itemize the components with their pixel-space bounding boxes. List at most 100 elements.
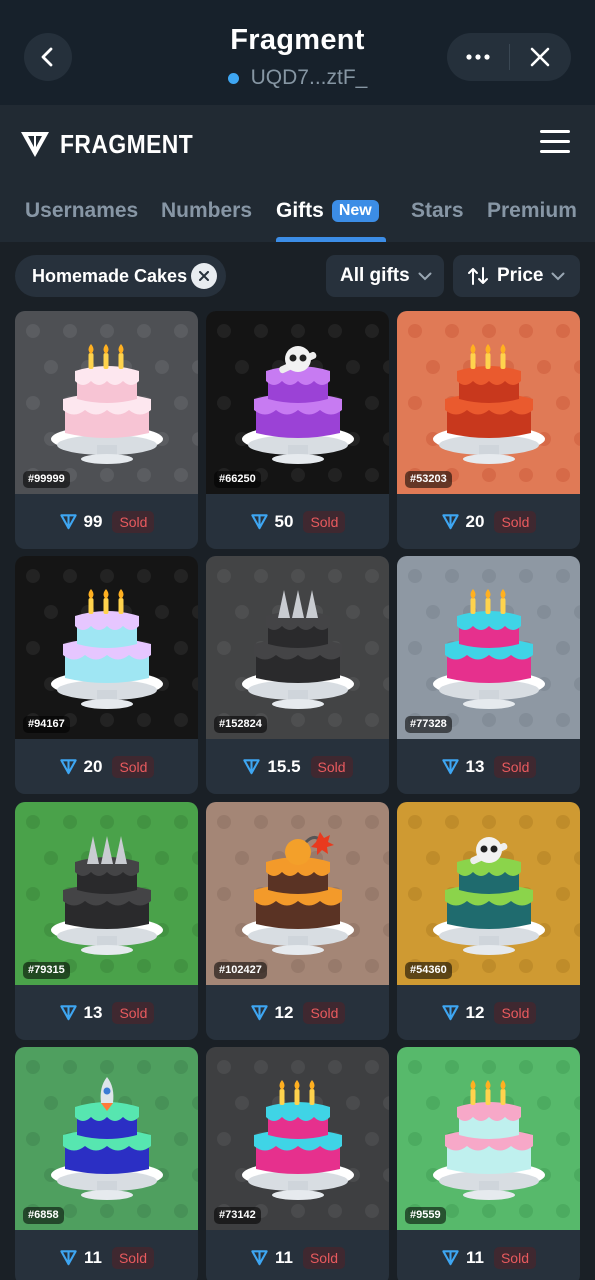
close-icon [530,47,550,67]
ton-icon [250,1005,268,1021]
sold-badge: Sold [303,1001,346,1024]
wallet-address-text: UQD7...ztF_ [250,66,368,89]
more-button[interactable] [447,33,509,81]
tab-gifts[interactable]: Gifts New [276,199,379,223]
gift-number: #54360 [405,962,452,979]
remove-filter-button[interactable] [191,263,217,289]
gift-image [397,1047,580,1230]
gift-type-label: All gifts [340,265,410,286]
hamburger-menu-icon[interactable] [540,130,570,154]
tab-usernames[interactable]: Usernames [25,199,138,223]
ton-icon [243,759,261,775]
gift-type-dropdown[interactable]: All gifts [326,255,444,297]
gift-image [15,311,198,494]
gift-card[interactable]: #79315 13 Sold [15,802,198,1040]
gift-card[interactable]: #77328 13 Sold [397,556,580,794]
gift-number: #6858 [23,1207,64,1224]
sold-badge: Sold [310,755,353,778]
gift-number: #79315 [23,962,70,979]
gift-image [206,311,389,494]
gift-number: #99999 [23,471,70,488]
gift-number: #152824 [214,716,267,733]
gift-number: #102427 [214,962,267,979]
price-row: 15.5 Sold [206,739,389,794]
gift-price: 13 [465,756,485,776]
chevron-down-icon [551,272,565,280]
more-horizontal-icon [466,54,490,60]
price-row: 50 Sold [206,494,389,549]
miniapp-header: Fragment UQD7...ztF_ [0,0,595,105]
gift-image [206,802,389,985]
gift-card[interactable]: #53203 20 Sold [397,311,580,549]
gift-price: 15.5 [267,756,301,776]
header-actions [447,33,571,81]
gift-image [397,802,580,985]
sort-label: Price [497,265,544,286]
ton-icon [60,1250,77,1266]
ton-icon [59,514,77,530]
logo-text: FRAGMENT [60,128,194,159]
ton-icon [59,1005,77,1021]
gift-image [15,802,198,985]
gift-image [15,1047,198,1230]
gift-card[interactable]: #152824 15.5 Sold [206,556,389,794]
fragment-header: FRAGMENT Usernames Numbers Gifts New Star… [0,105,595,242]
gift-card[interactable]: #94167 20 Sold [15,556,198,794]
gift-price: 11 [274,1247,293,1267]
ton-icon [442,1250,459,1266]
price-row: 20 Sold [397,494,580,549]
status-dot-icon [227,72,239,84]
gift-price: 99 [83,511,103,531]
ton-icon [59,759,77,775]
tab-numbers[interactable]: Numbers [161,199,252,223]
gift-price: 12 [465,1002,485,1022]
price-row: 11 Sold [397,1230,580,1280]
price-row: 12 Sold [397,985,580,1040]
price-row: 20 Sold [15,739,198,794]
sold-badge: Sold [112,510,155,533]
gift-card[interactable]: #73142 11 Sold [206,1047,389,1280]
gift-card[interactable]: #66250 50 Sold [206,311,389,549]
gift-image [206,1047,389,1230]
gift-card[interactable]: #99999 99 Sold [15,311,198,549]
tab-stars[interactable]: Stars [411,199,464,223]
fragment-logo[interactable]: FRAGMENT [20,127,211,161]
sold-badge: Sold [493,1246,536,1269]
section-tabs: Usernames Numbers Gifts New Stars Premium [0,185,595,242]
gift-card[interactable]: #6858 11 Sold [15,1047,198,1280]
gift-number: #53203 [405,471,452,488]
tab-gifts-label: Gifts [276,199,324,222]
sold-badge: Sold [112,1001,155,1024]
sold-badge: Sold [494,755,537,778]
close-button[interactable] [509,33,571,81]
ton-icon [251,1250,268,1266]
gift-price: 20 [83,756,103,776]
gift-number: #94167 [23,716,70,733]
price-row: 13 Sold [397,739,580,794]
price-row: 11 Sold [15,1230,198,1280]
gift-number: #66250 [214,471,261,488]
gift-card[interactable]: #102427 12 Sold [206,802,389,1040]
tab-premium[interactable]: Premium [487,199,577,223]
ton-icon [441,514,459,530]
ton-icon [441,759,459,775]
sort-dropdown[interactable]: Price [453,255,580,297]
collection-filter-chip[interactable]: Homemade Cakes [15,255,226,297]
sold-badge: Sold [494,510,537,533]
gift-price: 20 [465,511,485,531]
gift-card[interactable]: #9559 11 Sold [397,1047,580,1280]
price-row: 12 Sold [206,985,389,1040]
new-badge: New [331,200,379,222]
gift-grid: #99999 99 Sold #66250 50 Sold #53203 20 … [0,310,595,1280]
price-row: 11 Sold [206,1230,389,1280]
sold-badge: Sold [111,1246,154,1269]
collection-filter-label: Homemade Cakes [32,265,188,286]
gift-card[interactable]: #54360 12 Sold [397,802,580,1040]
gift-image [397,556,580,739]
gift-price: 11 [83,1247,102,1267]
gift-image [206,556,389,739]
gift-image [397,311,580,494]
close-icon [199,271,209,281]
sold-badge: Sold [303,510,346,533]
sort-icon [468,267,488,285]
